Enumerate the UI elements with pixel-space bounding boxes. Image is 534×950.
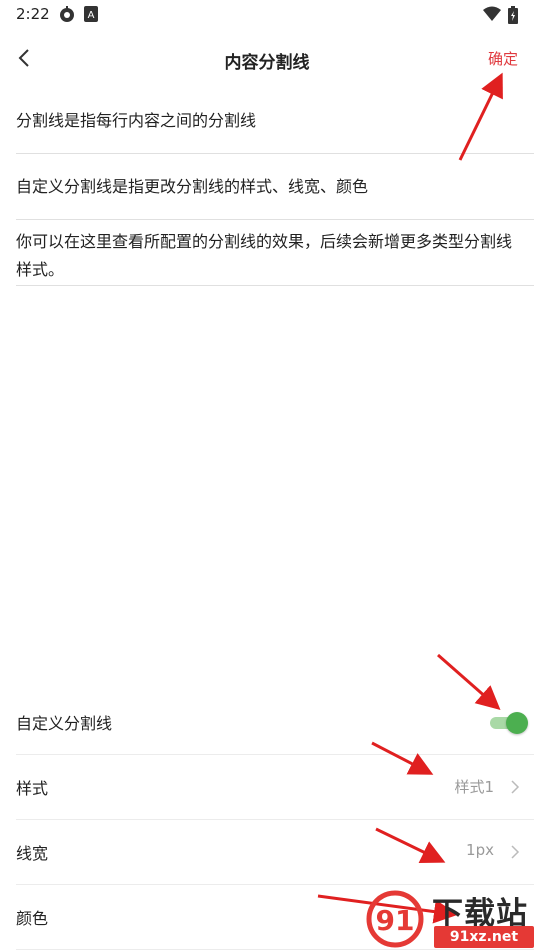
- watermark-logo: 91: [366, 890, 424, 948]
- description-item: 自定义分割线是指更改分割线的样式、线宽、颜色: [16, 166, 534, 220]
- svg-text:91: 91: [376, 904, 415, 937]
- nav-bar: 内容分割线 确定: [0, 28, 534, 88]
- watermark-url: 91xz.net: [434, 926, 534, 948]
- description-text: 自定义分割线是指更改分割线的样式、线宽、颜色: [16, 177, 369, 196]
- chevron-right-icon: [511, 780, 520, 794]
- svg-text:A: A: [88, 10, 95, 21]
- description-item: 你可以在这里查看所配置的分割线的效果，后续会新增更多类型分割线样式。: [16, 226, 534, 286]
- status-time: 2:22: [16, 5, 50, 23]
- line-width-value: 1px: [466, 841, 494, 859]
- watermark: 91 下载站 91xz.net: [366, 888, 534, 950]
- custom-divider-row: 自定义分割线: [16, 690, 534, 755]
- confirm-button[interactable]: 确定: [488, 48, 518, 69]
- style-label: 样式: [16, 779, 49, 798]
- color-label: 颜色: [16, 909, 49, 928]
- description-item: 分割线是指每行内容之间的分割线: [16, 100, 534, 154]
- page-title: 内容分割线: [224, 53, 310, 73]
- toggle-knob: [506, 712, 528, 734]
- battery-icon: [508, 6, 518, 24]
- custom-divider-label: 自定义分割线: [16, 714, 113, 733]
- status-bar: 2:22 A: [0, 0, 534, 28]
- description-text: 分割线是指每行内容之间的分割线: [16, 111, 257, 130]
- wifi-icon: [483, 6, 501, 21]
- custom-divider-toggle[interactable]: [490, 712, 528, 734]
- description-text: 你可以在这里查看所配置的分割线的效果，后续会新增更多类型分割线样式。: [16, 232, 513, 279]
- settings-gear-icon: [60, 6, 74, 22]
- app-a-icon: A: [84, 6, 98, 22]
- line-width-row[interactable]: 线宽 1px: [16, 820, 534, 885]
- line-width-label: 线宽: [16, 844, 49, 863]
- style-row[interactable]: 样式 样式1: [16, 755, 534, 820]
- style-value: 样式1: [454, 778, 494, 796]
- chevron-right-icon: [511, 845, 520, 859]
